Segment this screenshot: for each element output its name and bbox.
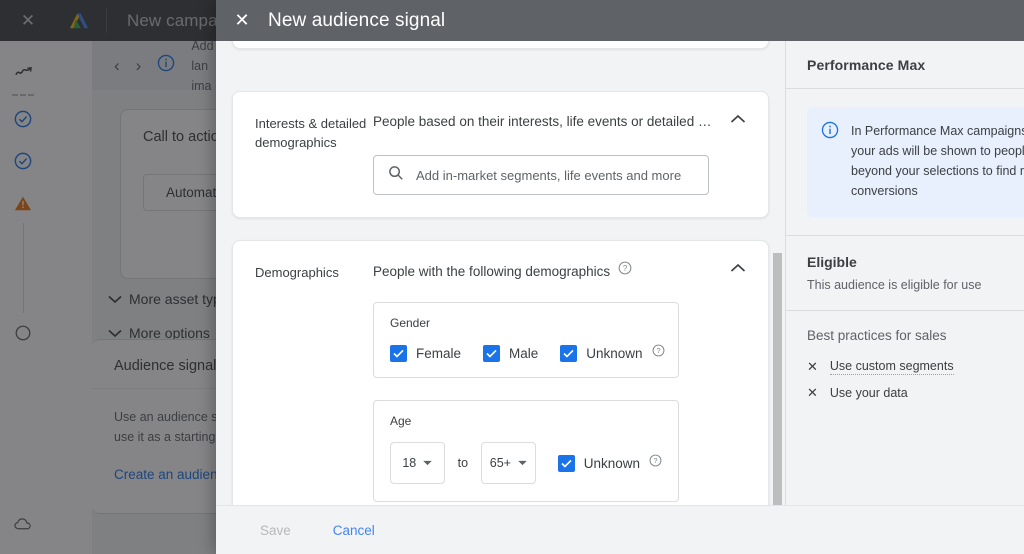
caret-down-icon bbox=[518, 460, 527, 466]
info-callout-line2: your ads will be shown to peopl bbox=[851, 144, 1024, 158]
gender-checkbox-female[interactable]: Female bbox=[390, 344, 462, 362]
search-input-placeholder: Add in-market segments, life events and … bbox=[416, 167, 682, 183]
section-interests-label: Interests & detailed demographics bbox=[255, 116, 367, 150]
dialog-body: Interests & detailed demographics People… bbox=[216, 41, 1024, 505]
best-practice-use-your-data[interactable]: ✕ Use your data bbox=[786, 380, 1024, 406]
age-from-select[interactable]: 18 bbox=[390, 442, 445, 484]
section-demographics-label: Demographics bbox=[255, 265, 339, 280]
age-label-unknown: Unknown bbox=[583, 455, 640, 471]
scrollbar-thumb[interactable] bbox=[773, 253, 782, 505]
svg-text:?: ? bbox=[653, 456, 657, 465]
gender-group-title: Gender bbox=[390, 316, 431, 330]
dialog-scroll-area[interactable]: Interests & detailed demographics People… bbox=[216, 41, 785, 505]
info-icon bbox=[821, 121, 839, 201]
best-practice-label: Use your data bbox=[829, 386, 908, 400]
dialog-title: New audience signal bbox=[268, 9, 446, 31]
age-to-select[interactable]: 65+ bbox=[481, 442, 536, 484]
help-icon[interactable]: ? bbox=[652, 344, 665, 362]
age-to-value: 65+ bbox=[489, 456, 511, 470]
svg-text:?: ? bbox=[656, 346, 660, 355]
dialog-header: ✕ New audience signal bbox=[216, 0, 1024, 41]
help-icon[interactable]: ? bbox=[649, 454, 662, 472]
new-audience-signal-dialog: ✕ New audience signal Interests & detail… bbox=[216, 0, 1024, 554]
gender-label-male: Male bbox=[509, 345, 539, 361]
chevron-up-icon bbox=[730, 263, 746, 272]
close-icon[interactable]: ✕ bbox=[216, 0, 268, 41]
checkbox-checked-icon bbox=[557, 454, 575, 472]
section-interests: Interests & detailed demographics People… bbox=[232, 91, 769, 218]
gender-label-female: Female bbox=[416, 345, 462, 361]
info-callout-text: In Performance Max campaigns your ads wi… bbox=[851, 121, 1024, 201]
chevron-up-icon bbox=[730, 114, 746, 123]
age-from-value: 18 bbox=[402, 456, 417, 470]
best-practices-section: Best practices for sales ✕ Use custom se… bbox=[786, 311, 1024, 406]
search-icon bbox=[388, 165, 404, 186]
info-callout-line3: beyond your selections to find r bbox=[851, 164, 1024, 178]
info-callout: In Performance Max campaigns your ads wi… bbox=[807, 107, 1024, 217]
gender-checkbox-male[interactable]: Male bbox=[483, 344, 539, 362]
best-practice-label: Use custom segments bbox=[829, 359, 954, 375]
caret-down-icon bbox=[423, 460, 433, 466]
age-group-title: Age bbox=[390, 414, 412, 428]
search-input[interactable]: Add in-market segments, life events and … bbox=[373, 155, 709, 195]
side-panel-title: Performance Max bbox=[786, 41, 1024, 89]
gender-checkbox-unknown[interactable]: Unknown ? bbox=[560, 344, 664, 362]
side-panel-info-section: In Performance Max campaigns your ads wi… bbox=[786, 89, 1024, 236]
save-button[interactable]: Save bbox=[246, 515, 305, 546]
status-badge: Eligible bbox=[807, 254, 857, 270]
dialog-footer: Save Cancel bbox=[216, 505, 1024, 554]
eligibility-section: Eligible This audience is eligible for u… bbox=[786, 236, 1024, 311]
help-icon[interactable]: ? bbox=[618, 261, 632, 280]
gender-label-unknown: Unknown bbox=[586, 345, 643, 361]
section-interests-description: People based on their interests, life ev… bbox=[373, 114, 716, 129]
status-description: This audience is eligible for use bbox=[807, 278, 982, 292]
section-demographics-collapse-button[interactable] bbox=[716, 261, 746, 502]
checkbox-checked-icon bbox=[483, 344, 501, 362]
info-callout-line1: In Performance Max campaigns bbox=[851, 124, 1024, 138]
checkbox-checked-icon bbox=[390, 344, 407, 362]
x-icon: ✕ bbox=[807, 359, 818, 374]
section-interests-collapse-button[interactable] bbox=[716, 112, 746, 195]
section-demographics: Demographics People with the following d… bbox=[232, 240, 769, 505]
dialog-side-panel: Performance Max In Performance Max campa… bbox=[785, 41, 1024, 505]
age-group: Age 18 to 65+ Unknown ? bbox=[373, 400, 679, 502]
best-practice-use-custom-segments[interactable]: ✕ Use custom segments bbox=[786, 354, 1024, 380]
cancel-button[interactable]: Cancel bbox=[319, 515, 389, 546]
age-checkbox-unknown[interactable]: Unknown ? bbox=[557, 454, 662, 472]
scrollbar-track[interactable] bbox=[773, 41, 782, 505]
age-range-separator: to bbox=[457, 456, 469, 470]
checkbox-checked-icon bbox=[560, 344, 578, 362]
clipped-card-above bbox=[232, 41, 769, 49]
section-demographics-description: People with the following demographics bbox=[373, 264, 611, 279]
best-practices-title: Best practices for sales bbox=[807, 328, 947, 343]
x-icon: ✕ bbox=[807, 385, 818, 400]
svg-text:?: ? bbox=[623, 264, 628, 273]
gender-group: Gender Female Male Unknown ? bbox=[373, 302, 679, 378]
info-callout-line4: conversions bbox=[851, 184, 918, 198]
